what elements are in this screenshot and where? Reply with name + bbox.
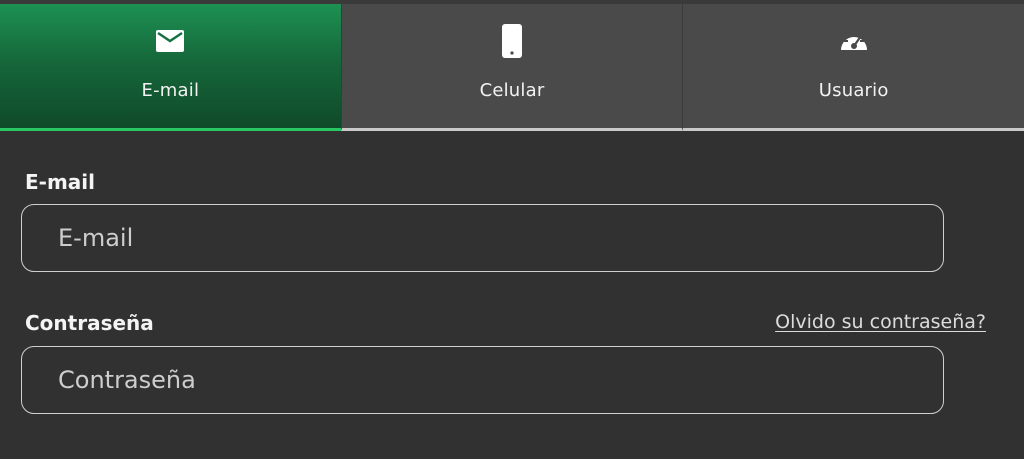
envelope-icon <box>153 24 187 58</box>
mobile-phone-icon <box>495 24 529 58</box>
tab-celular[interactable]: Celular <box>340 4 683 131</box>
tab-email-label: E-mail <box>141 80 200 101</box>
tab-celular-label: Celular <box>479 80 545 101</box>
forgot-password-link[interactable]: Olvido su contraseña? <box>775 311 986 333</box>
tab-usuario[interactable]: Usuario <box>682 4 1024 131</box>
tab-usuario-label: Usuario <box>818 80 889 101</box>
password-field[interactable] <box>21 346 944 414</box>
speedometer-icon <box>837 24 871 58</box>
email-label: E-mail <box>25 170 96 194</box>
login-method-tabs: E-mail Celular Usuario <box>0 4 1024 131</box>
login-form: E-mail Contraseña Olvido su contraseña? <box>0 131 1024 459</box>
tab-email[interactable]: E-mail <box>0 4 341 131</box>
email-field[interactable] <box>21 204 944 272</box>
password-label: Contraseña <box>25 311 154 335</box>
